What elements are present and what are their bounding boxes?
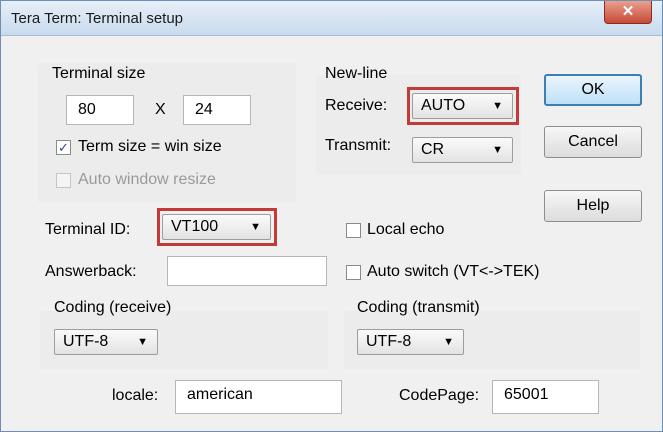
coding-receive-label: Coding (receive) [54, 299, 172, 316]
term-size-checkbox[interactable]: ✓ [56, 140, 71, 155]
codepage-input[interactable]: 65001 [492, 380, 599, 414]
receive-label: Receive: [325, 97, 388, 114]
chevron-down-icon: ▼ [443, 336, 454, 348]
title-bar: Tera Term: Terminal setup ✕ [1, 1, 662, 36]
cancel-button[interactable]: Cancel [544, 126, 642, 158]
auto-switch-label: Auto switch (VT<->TEK) [367, 263, 540, 280]
terminal-size-heading: Terminal size [52, 65, 146, 82]
chevron-down-icon: ▼ [492, 100, 503, 112]
auto-switch-checkbox[interactable] [346, 265, 361, 280]
transmit-dropdown[interactable]: CR ▼ [412, 137, 513, 163]
terminal-width-input[interactable]: 80 [66, 95, 134, 125]
ok-button[interactable]: OK [544, 74, 642, 106]
terminal-height-input[interactable]: 24 [183, 95, 251, 125]
term-size-label: Term size = win size [78, 138, 222, 155]
locale-input[interactable]: american [175, 380, 342, 414]
transmit-value: CR [421, 141, 445, 158]
local-echo-checkbox[interactable] [346, 223, 361, 238]
coding-transmit-value: UTF-8 [366, 333, 412, 350]
receive-value: AUTO [421, 97, 466, 114]
receive-dropdown[interactable]: AUTO ▼ [412, 93, 513, 119]
coding-receive-value: UTF-8 [63, 333, 109, 350]
local-echo-label: Local echo [367, 221, 445, 238]
answerback-label: Answerback: [45, 263, 137, 280]
auto-window-resize-checkbox[interactable] [56, 173, 71, 188]
help-button[interactable]: Help [544, 190, 642, 222]
chevron-down-icon: ▼ [492, 144, 503, 156]
coding-transmit-label: Coding (transmit) [357, 299, 480, 316]
answerback-input[interactable] [167, 256, 327, 286]
close-icon[interactable]: ✕ [604, 1, 652, 24]
terminal-setup-dialog: Tera Term: Terminal setup ✕ Terminal siz… [0, 0, 663, 432]
coding-receive-dropdown[interactable]: UTF-8 ▼ [54, 329, 158, 355]
coding-transmit-dropdown[interactable]: UTF-8 ▼ [357, 329, 464, 355]
terminal-id-label: Terminal ID: [45, 221, 131, 238]
codepage-label: CodePage: [399, 387, 480, 404]
auto-window-resize-label: Auto window resize [78, 171, 216, 188]
chevron-down-icon: ▼ [250, 221, 261, 233]
size-separator: X [155, 101, 166, 118]
window-title: Tera Term: Terminal setup [11, 10, 184, 27]
newline-heading: New-line [325, 65, 388, 82]
transmit-label: Transmit: [325, 137, 392, 154]
locale-label: locale: [112, 387, 159, 404]
chevron-down-icon: ▼ [137, 336, 148, 348]
terminal-id-dropdown[interactable]: VT100 ▼ [162, 214, 271, 240]
terminal-id-value: VT100 [171, 218, 219, 235]
